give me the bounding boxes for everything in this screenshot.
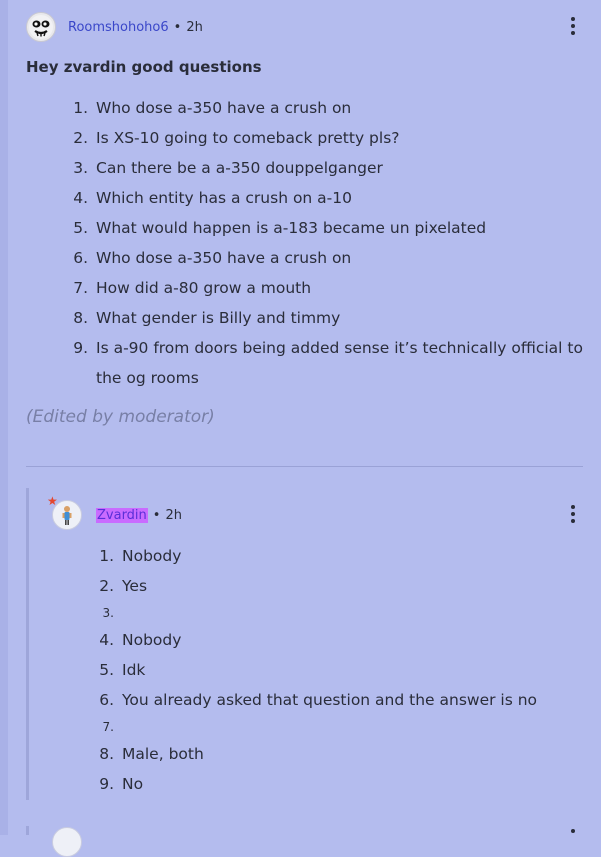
list-number: 9. [73,339,88,357]
list-item: 4. Which entity has a crush on a-10 [56,183,586,213]
edited-note: (Edited by moderator) [26,407,215,427]
next-thread-line [26,826,29,835]
list-text: Male, both [122,745,204,763]
list-text: What would happen is a-183 became un pix… [96,219,487,237]
kebab-menu-icon[interactable] [561,14,585,38]
separator-dot: • [173,19,182,35]
list-text [122,715,584,739]
divider [26,466,583,467]
list-number: 1. [99,547,114,565]
list-item: 7. [84,715,584,739]
post-time: 2h [186,19,203,35]
list-item: 3. Can there be a a-350 douppelganger [56,153,586,183]
list-number: 5. [73,219,88,237]
list-item: 1. Nobody [84,541,584,571]
list-number: 4. [99,631,114,649]
list-number: 4. [73,189,88,207]
reply-time: 2h [165,507,182,523]
avatar-face-icon [29,15,53,39]
list-number: 8. [73,309,88,327]
list-number: 5. [99,661,114,679]
question-list: 1. Who dose a-350 have a crush on 2. Is XS… [56,93,586,393]
list-number: 7. [102,720,114,734]
list-item: 3. [84,601,584,625]
list-item: 7. How did a-80 grow a mouth [56,273,586,303]
list-number: 2. [99,577,114,595]
list-text: How did a-80 grow a mouth [96,279,312,297]
list-text: You already asked that question and the … [122,691,538,709]
list-text: Is XS-10 going to comeback pretty pls? [96,129,400,147]
list-text: Who dose a-350 have a crush on [96,99,352,117]
list-text: Nobody [122,547,182,565]
list-number: 3. [73,159,88,177]
post-header: Roomshohoho6 • 2h [26,12,585,42]
next-comment-avatar[interactable] [52,827,82,857]
list-item: 8. Male, both [84,739,584,769]
reply-author-avatar[interactable]: ★ [47,494,82,530]
list-item: 1. Who dose a-350 have a crush on [56,93,586,123]
list-item: 6. Who dose a-350 have a crush on [56,243,586,273]
list-item: 5. Idk [84,655,584,685]
separator-dot: • [152,507,161,523]
list-text: Which entity has a crush on a-10 [96,189,352,207]
list-number: 6. [73,249,88,267]
reply-header: ★ Zvardin • 2h [47,494,585,530]
list-number: 7. [73,279,88,297]
list-item: 9. Is a-90 from doors being added sense i… [56,333,586,393]
list-text: No [122,775,144,793]
list-item: 9. No [84,769,584,799]
post-title: Hey zvardin good questions [26,58,262,76]
list-number: 6. [99,691,114,709]
list-item: 5. What would happen is a-183 became un p… [56,213,586,243]
kebab-menu-icon[interactable] [561,502,585,526]
list-text: Can there be a a-350 douppelganger [96,159,383,177]
list-number: 2. [73,129,88,147]
list-text [122,601,584,625]
list-text: Nobody [122,631,182,649]
left-rail [0,0,8,835]
list-item: 2. Yes [84,571,584,601]
list-text: Who dose a-350 have a crush on [96,249,352,267]
post-author-name[interactable]: Roomshohoho6 [68,20,169,35]
list-item: 2. Is XS-10 going to comeback pretty pls? [56,123,586,153]
list-text: What gender is Billy and timmy [96,309,341,327]
list-item: 8. What gender is Billy and timmy [56,303,586,333]
reply-author-name[interactable]: Zvardin [96,507,148,523]
post-author-avatar[interactable] [26,12,56,42]
reply-thread-line [26,488,29,800]
kebab-menu-icon[interactable] [571,829,575,833]
list-text: Is a-90 from doors being added sense it’… [96,339,583,387]
list-item: 6. You already asked that question and th… [84,685,584,715]
list-text: Yes [122,577,148,595]
answer-list: 1. Nobody 2. Yes 3. 4. Nobody 5. Idk 6. You a… [84,541,584,799]
list-item: 4. Nobody [84,625,584,655]
list-number: 1. [73,99,88,117]
list-number: 8. [99,745,114,763]
list-number: 9. [99,775,114,793]
list-number: 3. [102,606,114,620]
list-text: Idk [122,661,146,679]
star-badge-icon: ★ [47,494,58,508]
